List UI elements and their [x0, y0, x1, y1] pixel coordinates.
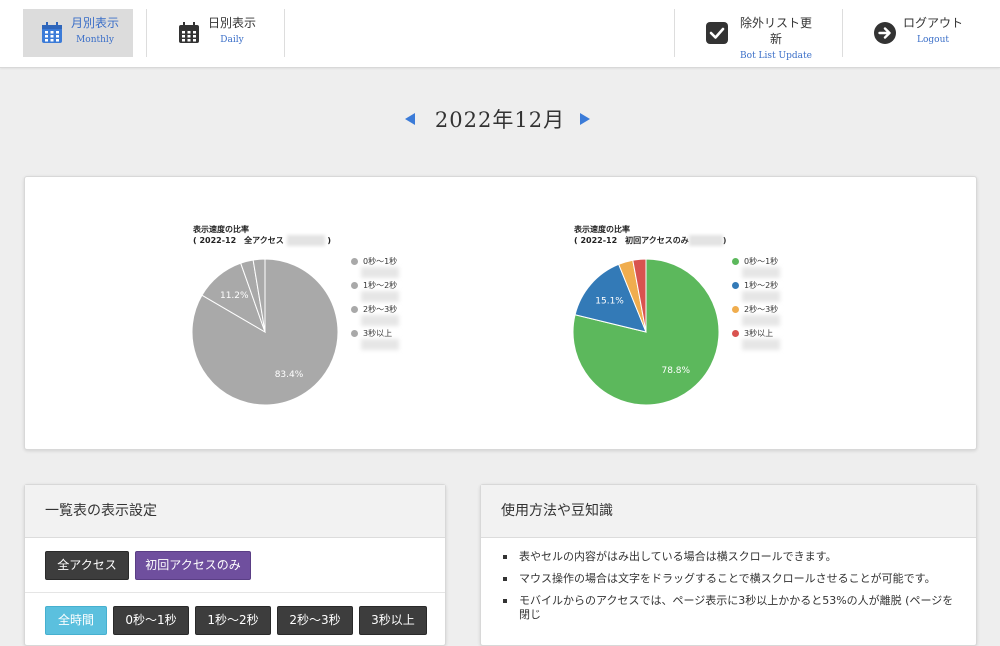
chart-2-pie: 78.8% 15.1% — [572, 258, 720, 406]
top-nav-bar: 月別表示 Monthly 日別表示 Daily 除外リスト更新 Bot List… — [0, 0, 1000, 68]
redacted-text — [361, 267, 399, 278]
legend-item: 1秒～2秒 — [351, 280, 397, 291]
redacted-text — [742, 315, 780, 326]
pie-slice-label: 11.2% — [220, 291, 249, 301]
chart-1-title-close: ) — [327, 236, 332, 245]
redacted-text — [688, 235, 723, 246]
chart-1-title: 表示速度の比率 ( 2022-12 全アクセス ) — [193, 224, 331, 246]
checkbox-icon — [706, 22, 728, 44]
monthly-view-button[interactable]: 月別表示 Monthly — [23, 9, 133, 57]
legend-marker — [351, 306, 358, 313]
logout-button[interactable]: ログアウト Logout — [860, 9, 980, 57]
chart-2-title-close: ) — [722, 236, 727, 245]
time-all-button[interactable]: 全時間 — [45, 606, 107, 635]
all-access-button[interactable]: 全アクセス — [45, 551, 129, 580]
redacted-text — [742, 267, 780, 278]
next-month-arrow-icon[interactable] — [580, 113, 590, 125]
bot-list-update-button[interactable]: 除外リスト更新 Bot List Update — [693, 9, 833, 61]
legend-label: 2秒～3秒 — [363, 305, 398, 314]
redacted-text — [742, 291, 780, 302]
bot-list-label: 除外リスト更新 — [739, 16, 812, 46]
nav-divider — [674, 9, 675, 57]
time-0-1-button[interactable]: 0秒～1秒 — [113, 606, 189, 635]
logout-label: ログアウト — [902, 16, 963, 30]
chart-1-pie: 83.4% 11.2% — [191, 258, 339, 406]
legend-marker — [732, 258, 739, 265]
daily-view-button[interactable]: 日別表示 Daily — [165, 9, 275, 57]
logout-sublabel: Logout — [917, 35, 949, 45]
legend-label: 0秒～1秒 — [744, 257, 779, 266]
legend-label: 0秒～1秒 — [363, 257, 398, 266]
bot-list-sublabel: Bot List Update — [740, 51, 812, 61]
legend-marker — [351, 330, 358, 337]
time-3-plus-button[interactable]: 3秒以上 — [359, 606, 427, 635]
chart-panel: 表示速度の比率 ( 2022-12 全アクセス ) 83.4% 11.2% 0秒～… — [24, 176, 977, 450]
display-settings-panel: 一覧表の表示設定 全アクセス 初回アクセスのみ 全時間 0秒～1秒 1秒～2秒 … — [24, 484, 446, 646]
daily-sublabel: Daily — [220, 35, 244, 45]
legend-label: 2秒～3秒 — [744, 305, 779, 314]
legend-label: 1秒～2秒 — [363, 281, 398, 290]
tips-list: 表やセルの内容がはみ出している場合は横スクロールできます。 マウス操作の場合は文… — [501, 550, 961, 630]
tip-item: 表やセルの内容がはみ出している場合は横スクロールできます。 — [501, 550, 961, 564]
chart-2-title-line1: 表示速度の比率 — [574, 225, 630, 234]
time-1-2-button[interactable]: 1秒～2秒 — [195, 606, 271, 635]
settings-divider — [25, 592, 445, 593]
nav-divider — [146, 9, 147, 57]
legend-marker — [732, 330, 739, 337]
tip-item: モバイルからのアクセスでは、ページ表示に3秒以上かかると53%の人が離脱 (ペー… — [501, 594, 961, 622]
daily-label: 日別表示 — [207, 16, 256, 30]
redacted-text — [286, 235, 325, 246]
legend-item: 0秒～1秒 — [732, 256, 778, 267]
pie-slice-label: 15.1% — [595, 296, 624, 306]
time-2-3-button[interactable]: 2秒～3秒 — [277, 606, 353, 635]
display-settings-title: 一覧表の表示設定 — [25, 485, 445, 538]
month-title: 2022年12月 — [434, 108, 566, 132]
monthly-label: 月別表示 — [70, 16, 119, 30]
redacted-text — [742, 339, 780, 350]
nav-divider — [284, 9, 285, 57]
legend-item: 0秒～1秒 — [351, 256, 397, 267]
chart-2-title-line2: ( 2022-12 初回アクセスのみ — [574, 236, 689, 245]
tips-panel: 使用方法や豆知識 表やセルの内容がはみ出している場合は横スクロールできます。 マ… — [480, 484, 977, 646]
pie-slice-label: 78.8% — [661, 366, 690, 376]
legend-item: 1秒～2秒 — [732, 280, 778, 291]
legend-item: 2秒～3秒 — [351, 304, 397, 315]
chart-1-title-line2: ( 2022-12 全アクセス — [193, 236, 284, 245]
tips-title: 使用方法や豆知識 — [481, 485, 976, 538]
nav-divider — [842, 9, 843, 57]
redacted-text — [361, 315, 399, 326]
tip-item: マウス操作の場合は文字をドラッグすることで横スクロールさせることが可能です。 — [501, 572, 961, 586]
first-access-only-button[interactable]: 初回アクセスのみ — [135, 551, 251, 580]
chart-1-title-line1: 表示速度の比率 — [193, 225, 249, 234]
legend-marker — [351, 282, 358, 289]
legend-item: 2秒～3秒 — [732, 304, 778, 315]
legend-item: 3秒以上 — [732, 328, 773, 339]
legend-marker — [351, 258, 358, 265]
legend-label: 3秒以上 — [363, 329, 393, 338]
legend-marker — [732, 282, 739, 289]
legend-item: 3秒以上 — [351, 328, 392, 339]
legend-marker — [732, 306, 739, 313]
chart-2-title: 表示速度の比率 ( 2022-12 初回アクセスのみ) — [574, 224, 726, 246]
pie-slice-label: 83.4% — [275, 370, 304, 380]
legend-label: 1秒～2秒 — [744, 281, 779, 290]
monthly-sublabel: Monthly — [76, 35, 114, 45]
redacted-text — [361, 339, 399, 350]
legend-label: 3秒以上 — [744, 329, 774, 338]
redacted-text — [361, 291, 399, 302]
